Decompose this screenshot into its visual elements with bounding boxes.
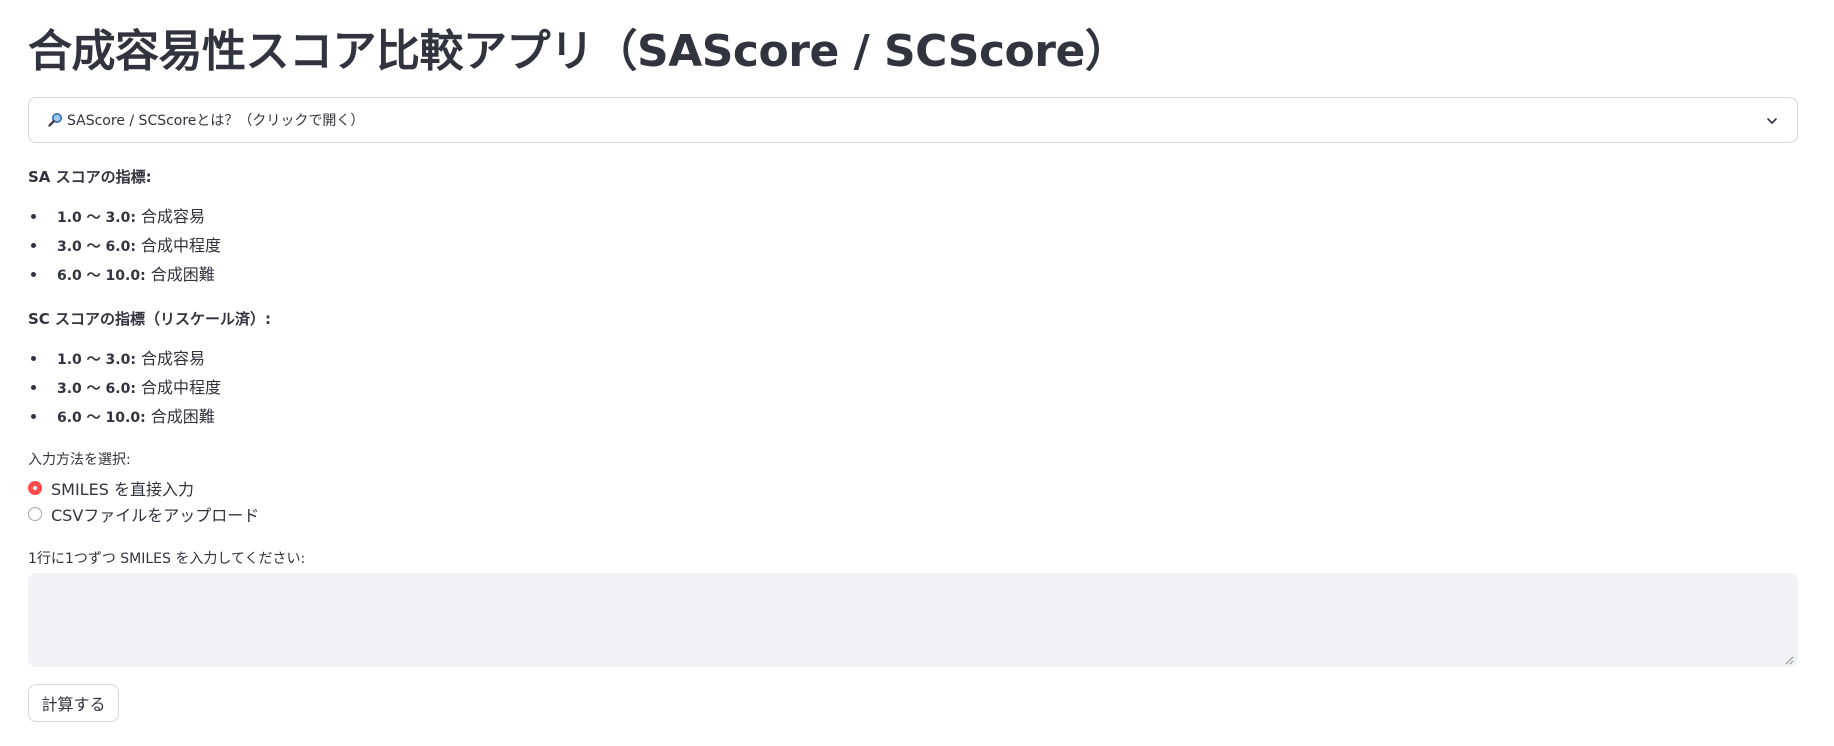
radio-unselected-icon[interactable]	[28, 507, 42, 521]
radio-option-label: SMILES を直接入力	[51, 480, 194, 499]
range-description: 合成中程度	[141, 378, 222, 397]
chevron-down-icon[interactable]	[1765, 113, 1779, 127]
smiles-textarea[interactable]	[28, 573, 1798, 667]
bullet-icon	[31, 243, 36, 248]
sa-index-list: 1.0 〜 3.0: 合成容易 3.0 〜 6.0: 合成中程度 6.0 〜 1…	[28, 202, 221, 289]
sc-index-heading: SC スコアの指標（リスケール済）:	[28, 310, 272, 328]
bullet-icon	[31, 414, 36, 419]
radio-option-label: CSVファイルをアップロード	[51, 506, 260, 525]
range-label: 1.0 〜 3.0:	[57, 210, 136, 226]
range-label: 3.0 〜 6.0:	[57, 381, 136, 397]
input-method-label: 入力方法を選択:	[28, 452, 131, 468]
range-description: 合成容易	[141, 207, 206, 226]
page-title: 合成容易性スコア比較アプリ（SAScore / SCScore）	[28, 26, 1129, 77]
list-item: 3.0 〜 6.0: 合成中程度	[28, 231, 221, 260]
range-description: 合成困難	[150, 407, 215, 426]
radio-option-smiles[interactable]: SMILES を直接入力	[28, 475, 259, 501]
magnifier-icon	[47, 112, 63, 128]
input-method-radio-group: SMILES を直接入力 CSVファイルをアップロード	[28, 475, 259, 527]
bullet-icon	[31, 272, 36, 277]
list-item: 1.0 〜 3.0: 合成容易	[28, 344, 221, 373]
sc-index-list: 1.0 〜 3.0: 合成容易 3.0 〜 6.0: 合成中程度 6.0 〜 1…	[28, 344, 221, 431]
range-label: 6.0 〜 10.0:	[57, 268, 146, 284]
range-label: 3.0 〜 6.0:	[57, 239, 136, 255]
range-description: 合成困難	[150, 265, 215, 284]
list-item: 6.0 〜 10.0: 合成困難	[28, 402, 221, 431]
info-expander[interactable]: SAScore / SCScoreとは？（クリックで開く）	[28, 97, 1798, 143]
range-description: 合成容易	[141, 349, 206, 368]
sa-index-heading: SA スコアの指標:	[28, 168, 152, 186]
radio-option-csv[interactable]: CSVファイルをアップロード	[28, 501, 259, 527]
list-item: 1.0 〜 3.0: 合成容易	[28, 202, 221, 231]
range-label: 6.0 〜 10.0:	[57, 410, 146, 426]
bullet-icon	[31, 214, 36, 219]
list-item: 3.0 〜 6.0: 合成中程度	[28, 373, 221, 402]
radio-selected-icon[interactable]	[28, 481, 42, 495]
bullet-icon	[31, 385, 36, 390]
bullet-icon	[31, 356, 36, 361]
resize-handle-icon[interactable]	[1784, 655, 1794, 665]
list-item: 6.0 〜 10.0: 合成困難	[28, 260, 221, 289]
range-label: 1.0 〜 3.0:	[57, 352, 136, 368]
smiles-input-label: 1行に1つずつ SMILES を入力してください:	[28, 551, 306, 567]
calculate-button[interactable]: 計算する	[28, 684, 119, 722]
range-description: 合成中程度	[141, 236, 222, 255]
expander-label: SAScore / SCScoreとは？（クリックで開く）	[67, 113, 365, 129]
